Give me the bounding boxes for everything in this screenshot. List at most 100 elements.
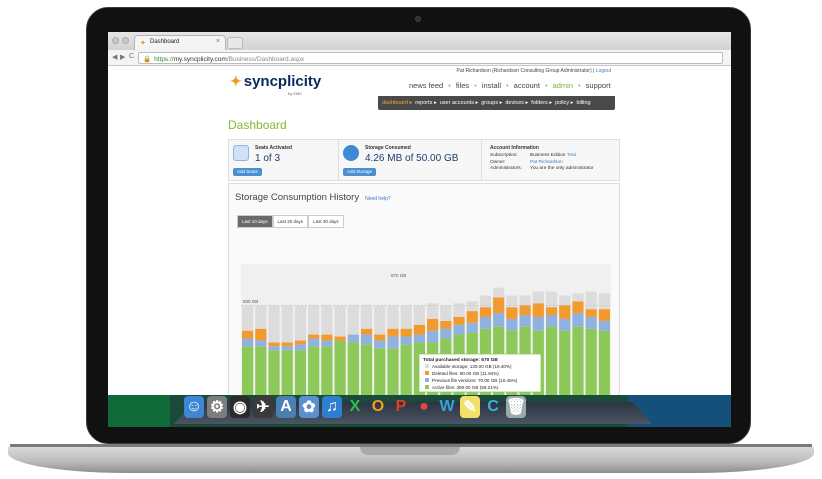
subnav-item-devices[interactable]: devices ▸ bbox=[505, 100, 528, 106]
storage-value: 4.26 MB of 50.00 GB bbox=[365, 153, 459, 164]
logo-sub: by EMC bbox=[288, 91, 303, 96]
photos-icon[interactable]: ✿ bbox=[299, 396, 319, 418]
window-controls[interactable] bbox=[112, 37, 129, 44]
admins-key: Administrators: bbox=[490, 166, 522, 171]
summary-panel: Seats Activated 1 of 3 Add Seats Storage… bbox=[228, 139, 620, 181]
launchpad-icon[interactable]: ✈ bbox=[253, 396, 273, 418]
subnav-item-dashboard[interactable]: dashboard ▸ bbox=[382, 100, 412, 106]
chrome-icon[interactable]: ● bbox=[414, 396, 434, 418]
bar-segment bbox=[585, 316, 597, 329]
subnav-item-folders[interactable]: folders ▸ bbox=[531, 100, 552, 106]
owner-link[interactable]: Pat Richardson bbox=[530, 160, 563, 165]
nav-separator: • bbox=[448, 81, 451, 90]
powerpoint-icon[interactable]: P bbox=[391, 396, 411, 418]
ref-label-500: 500 GB bbox=[243, 299, 258, 304]
subnav-item-billing[interactable]: billing bbox=[576, 100, 590, 106]
bar-segment bbox=[360, 328, 373, 335]
bar-segment bbox=[519, 295, 531, 306]
bar-segment bbox=[466, 311, 478, 323]
bar-segment bbox=[334, 340, 346, 403]
bar-segment bbox=[453, 316, 465, 325]
bar-segment bbox=[374, 334, 386, 341]
bar-segment bbox=[268, 305, 280, 343]
bar-segment bbox=[242, 338, 254, 347]
add-storage-button[interactable]: Add Storage bbox=[343, 168, 377, 176]
new-tab-button[interactable] bbox=[227, 37, 243, 49]
user-name: Pat Richardson (Richardson Consulting Gr… bbox=[456, 68, 592, 74]
browser-tab[interactable]: ✦ Dashboard × bbox=[134, 35, 226, 50]
bar-segment bbox=[572, 301, 584, 314]
finder-icon[interactable]: ☺ bbox=[184, 396, 204, 418]
bar-segment bbox=[427, 303, 439, 319]
subnav-item-groups[interactable]: groups ▸ bbox=[481, 100, 502, 106]
sub-nav: dashboard ▸ reports ▸ user accounts ▸ group… bbox=[378, 96, 615, 110]
seats-label: Seats Activated bbox=[255, 145, 293, 151]
nav-item-files[interactable]: files bbox=[456, 81, 469, 90]
app-store-icon[interactable]: A bbox=[276, 396, 296, 418]
address-field[interactable]: 🔒 https://my.syncplicity.com/Business/Das… bbox=[138, 52, 723, 64]
trash-icon[interactable]: 🗑 bbox=[506, 396, 526, 418]
subnav-item-policy[interactable]: policy ▸ bbox=[555, 100, 573, 106]
base-notch bbox=[360, 447, 460, 455]
bar-segment bbox=[598, 330, 610, 403]
word-icon[interactable]: W bbox=[437, 396, 457, 418]
user-separator: | bbox=[593, 68, 595, 74]
stickies-icon[interactable]: ✎ bbox=[460, 396, 480, 418]
itunes-icon[interactable]: ♫ bbox=[322, 396, 342, 418]
bar-segment bbox=[532, 291, 544, 304]
bar-segment bbox=[374, 340, 386, 349]
reload-button[interactable]: C bbox=[129, 53, 134, 60]
bar-segment bbox=[281, 346, 293, 351]
bar-segment bbox=[294, 305, 307, 341]
logout-link[interactable]: Logout bbox=[596, 68, 611, 74]
bar-segment bbox=[598, 309, 610, 321]
tab-close-icon[interactable]: × bbox=[216, 38, 220, 45]
laptop-frame: ✦ Dashboard × ◀ ▶ C 🔒 https://my.syncplic… bbox=[0, 0, 822, 479]
screen: ✦ Dashboard × ◀ ▶ C 🔒 https://my.syncplic… bbox=[108, 32, 731, 427]
dashboard-icon[interactable]: ◉ bbox=[230, 396, 250, 418]
bar-segment bbox=[585, 328, 597, 403]
lock-icon: 🔒 bbox=[143, 56, 152, 63]
subnav-item-user-accounts[interactable]: user accounts ▸ bbox=[440, 100, 479, 106]
bar-segment bbox=[294, 340, 307, 345]
account-cell: Account Information Subscription: Busines… bbox=[482, 140, 621, 180]
opera-icon[interactable]: O bbox=[368, 396, 388, 418]
nav-item-install[interactable]: install bbox=[482, 81, 501, 90]
bar-segment bbox=[466, 322, 478, 333]
nav-separator: • bbox=[578, 81, 581, 90]
trial-link[interactable]: Trial bbox=[567, 153, 576, 158]
bar-segment bbox=[347, 334, 359, 343]
bar-segment bbox=[413, 305, 425, 325]
system-preferences-icon[interactable]: ⚙ bbox=[207, 396, 227, 418]
back-button[interactable]: ◀ bbox=[112, 53, 117, 61]
bar-segment bbox=[308, 305, 320, 335]
bar-segment bbox=[506, 295, 518, 308]
bar-segment bbox=[308, 338, 320, 347]
tooltip-swatch bbox=[425, 371, 429, 375]
tab-title: Dashboard bbox=[150, 39, 180, 45]
storage-cell: Storage Consumed 4.26 MB of 50.00 GB Add… bbox=[339, 140, 482, 180]
bar-segment bbox=[598, 293, 610, 310]
url-host: my.syncplicity.com bbox=[173, 56, 227, 63]
bar-segment bbox=[294, 344, 307, 351]
add-seats-button[interactable]: Add Seats bbox=[233, 168, 262, 176]
bar-segment bbox=[545, 307, 558, 316]
bar-segment bbox=[334, 305, 346, 337]
excel-icon[interactable]: X bbox=[345, 396, 365, 418]
nav-item-news-feed[interactable]: news feed bbox=[409, 81, 443, 90]
minimize-window-icon[interactable] bbox=[122, 37, 129, 44]
tooltip-line: Available storage: 130.00 GB (19.40%) bbox=[432, 364, 512, 369]
ref-label-670: 670 GB bbox=[391, 273, 406, 278]
tooltip-line: Previous file versions: 70.00 GB (10.45%… bbox=[432, 378, 518, 383]
bar-segment bbox=[321, 305, 333, 335]
bar-segment bbox=[334, 336, 346, 341]
close-window-icon[interactable] bbox=[112, 37, 119, 44]
nav-item-account[interactable]: account bbox=[514, 81, 540, 90]
forward-button[interactable]: ▶ bbox=[120, 53, 125, 61]
syncplicity-logo[interactable]: ✦ syncplicity by EMC bbox=[230, 73, 321, 96]
nav-item-support[interactable]: support bbox=[586, 81, 611, 90]
subnav-item-reports[interactable]: reports ▸ bbox=[415, 100, 436, 106]
bar-segment bbox=[400, 305, 412, 329]
c-app-icon[interactable]: C bbox=[483, 396, 503, 418]
nav-item-admin[interactable]: admin bbox=[553, 81, 573, 90]
